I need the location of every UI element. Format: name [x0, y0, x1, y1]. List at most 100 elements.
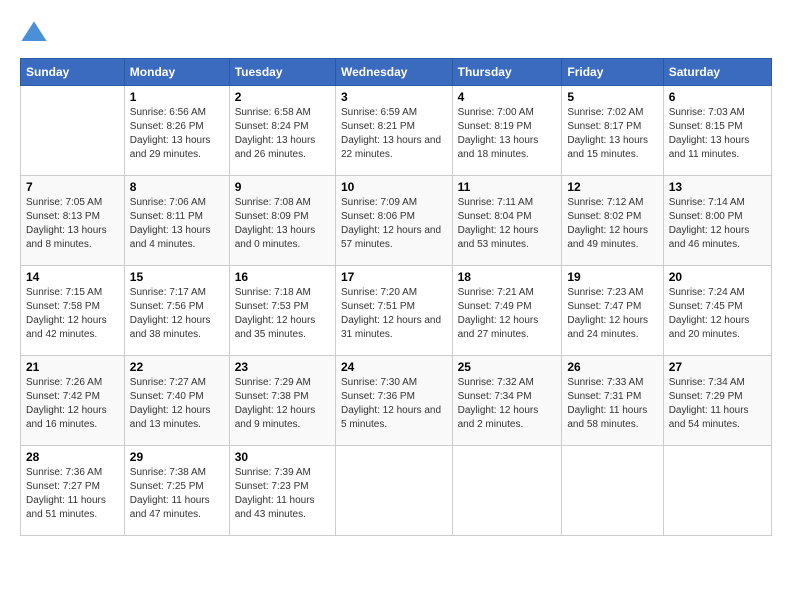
day-cell: 5 Sunrise: 7:02 AMSunset: 8:17 PMDaylight… — [562, 86, 663, 176]
day-cell: 23 Sunrise: 7:29 AMSunset: 7:38 PMDayligh… — [229, 356, 335, 446]
header-day-tuesday: Tuesday — [229, 59, 335, 86]
day-cell: 12Sunrise: 7:12 AMSunset: 8:02 PMDayligh… — [562, 176, 663, 266]
day-info: Sunrise: 7:39 AMSunset: 7:23 PMDaylight:… — [235, 466, 330, 522]
day-cell: 26 Sunrise: 7:33 AMSunset: 7:31 PMDayligh… — [562, 356, 663, 446]
week-row-4: 21 Sunrise: 7:26 AMSunset: 7:42 PMDayligh… — [21, 356, 772, 446]
day-cell: 2Sunrise: 6:58 AMSunset: 8:24 PMDaylight… — [229, 86, 335, 176]
week-row-2: 7 Sunrise: 7:05 AMSunset: 8:13 PMDaylight… — [21, 176, 772, 266]
day-cell — [663, 446, 771, 536]
day-cell: 4 Sunrise: 7:00 AMSunset: 8:19 PMDaylight… — [452, 86, 562, 176]
day-number: 5 — [567, 90, 657, 104]
day-info: Sunrise: 7:29 AMSunset: 7:38 PMDaylight:… — [235, 376, 330, 432]
header-row: SundayMondayTuesdayWednesdayThursdayFrid… — [21, 59, 772, 86]
day-cell — [21, 86, 125, 176]
calendar-header: SundayMondayTuesdayWednesdayThursdayFrid… — [21, 59, 772, 86]
day-cell: 16 Sunrise: 7:18 AMSunset: 7:53 PMDayligh… — [229, 266, 335, 356]
day-info: Sunrise: 7:32 AMSunset: 7:34 PMDaylight:… — [458, 376, 557, 432]
day-number: 9 — [235, 180, 330, 194]
day-number: 4 — [458, 90, 557, 104]
day-cell: 18 Sunrise: 7:21 AMSunset: 7:49 PMDayligh… — [452, 266, 562, 356]
day-number: 22 — [130, 360, 224, 374]
header-day-monday: Monday — [124, 59, 229, 86]
day-number: 25 — [458, 360, 557, 374]
day-cell: 8 Sunrise: 7:06 AMSunset: 8:11 PMDaylight… — [124, 176, 229, 266]
day-cell — [452, 446, 562, 536]
day-cell: 6Sunrise: 7:03 AMSunset: 8:15 PMDaylight… — [663, 86, 771, 176]
day-info: Sunrise: 7:21 AMSunset: 7:49 PMDaylight:… — [458, 286, 557, 342]
day-info: Sunrise: 7:34 AMSunset: 7:29 PMDaylight:… — [669, 376, 766, 432]
header-day-saturday: Saturday — [663, 59, 771, 86]
day-info: Sunrise: 7:23 AMSunset: 7:47 PMDaylight:… — [567, 286, 657, 342]
day-info: Sunrise: 7:18 AMSunset: 7:53 PMDaylight:… — [235, 286, 330, 342]
day-cell: 22 Sunrise: 7:27 AMSunset: 7:40 PMDayligh… — [124, 356, 229, 446]
day-cell — [562, 446, 663, 536]
day-number: 3 — [341, 90, 447, 104]
header-day-thursday: Thursday — [452, 59, 562, 86]
day-cell: 20Sunrise: 7:24 AMSunset: 7:45 PMDayligh… — [663, 266, 771, 356]
day-number: 16 — [235, 270, 330, 284]
day-number: 7 — [26, 180, 119, 194]
day-number: 21 — [26, 360, 119, 374]
day-cell: 13 Sunrise: 7:14 AMSunset: 8:00 PMDayligh… — [663, 176, 771, 266]
header-day-friday: Friday — [562, 59, 663, 86]
day-number: 18 — [458, 270, 557, 284]
day-info: Sunrise: 7:14 AMSunset: 8:00 PMDaylight:… — [669, 196, 766, 252]
day-number: 8 — [130, 180, 224, 194]
day-number: 27 — [669, 360, 766, 374]
day-info: Sunrise: 7:11 AMSunset: 8:04 PMDaylight:… — [458, 196, 557, 252]
day-info: Sunrise: 7:30 AMSunset: 7:36 PMDaylight:… — [341, 376, 447, 432]
day-number: 14 — [26, 270, 119, 284]
day-info: Sunrise: 6:58 AMSunset: 8:24 PMDaylight:… — [235, 106, 330, 162]
week-row-5: 28Sunrise: 7:36 AMSunset: 7:27 PMDayligh… — [21, 446, 772, 536]
day-number: 24 — [341, 360, 447, 374]
day-info: Sunrise: 7:02 AMSunset: 8:17 PMDaylight:… — [567, 106, 657, 162]
day-number: 11 — [458, 180, 557, 194]
day-cell: 27 Sunrise: 7:34 AMSunset: 7:29 PMDayligh… — [663, 356, 771, 446]
day-cell: 17 Sunrise: 7:20 AMSunset: 7:51 PMDayligh… — [335, 266, 452, 356]
day-cell: 7 Sunrise: 7:05 AMSunset: 8:13 PMDaylight… — [21, 176, 125, 266]
week-row-3: 14 Sunrise: 7:15 AMSunset: 7:58 PMDayligh… — [21, 266, 772, 356]
page-header — [20, 20, 772, 48]
day-number: 15 — [130, 270, 224, 284]
day-info: Sunrise: 7:08 AMSunset: 8:09 PMDaylight:… — [235, 196, 330, 252]
day-cell: 15 Sunrise: 7:17 AMSunset: 7:56 PMDayligh… — [124, 266, 229, 356]
day-info: Sunrise: 7:17 AMSunset: 7:56 PMDaylight:… — [130, 286, 224, 342]
day-info: Sunrise: 7:38 AMSunset: 7:25 PMDaylight:… — [130, 466, 224, 522]
week-row-1: 1 Sunrise: 6:56 AMSunset: 8:26 PMDaylight… — [21, 86, 772, 176]
day-cell: 3 Sunrise: 6:59 AMSunset: 8:21 PMDaylight… — [335, 86, 452, 176]
day-info: Sunrise: 7:27 AMSunset: 7:40 PMDaylight:… — [130, 376, 224, 432]
day-info: Sunrise: 7:20 AMSunset: 7:51 PMDaylight:… — [341, 286, 447, 342]
day-info: Sunrise: 7:03 AMSunset: 8:15 PMDaylight:… — [669, 106, 766, 162]
header-day-wednesday: Wednesday — [335, 59, 452, 86]
day-cell: 30 Sunrise: 7:39 AMSunset: 7:23 PMDayligh… — [229, 446, 335, 536]
day-info: Sunrise: 7:12 AMSunset: 8:02 PMDaylight:… — [567, 196, 657, 252]
day-info: Sunrise: 7:36 AMSunset: 7:27 PMDaylight:… — [26, 466, 119, 522]
day-info: Sunrise: 7:15 AMSunset: 7:58 PMDaylight:… — [26, 286, 119, 342]
day-info: Sunrise: 7:26 AMSunset: 7:42 PMDaylight:… — [26, 376, 119, 432]
day-number: 1 — [130, 90, 224, 104]
calendar-table: SundayMondayTuesdayWednesdayThursdayFrid… — [20, 58, 772, 536]
day-cell: 25 Sunrise: 7:32 AMSunset: 7:34 PMDayligh… — [452, 356, 562, 446]
day-number: 13 — [669, 180, 766, 194]
calendar-body: 1 Sunrise: 6:56 AMSunset: 8:26 PMDaylight… — [21, 86, 772, 536]
day-number: 17 — [341, 270, 447, 284]
day-info: Sunrise: 7:06 AMSunset: 8:11 PMDaylight:… — [130, 196, 224, 252]
day-cell: 29Sunrise: 7:38 AMSunset: 7:25 PMDayligh… — [124, 446, 229, 536]
day-info: Sunrise: 7:33 AMSunset: 7:31 PMDaylight:… — [567, 376, 657, 432]
day-number: 23 — [235, 360, 330, 374]
day-number: 26 — [567, 360, 657, 374]
header-day-sunday: Sunday — [21, 59, 125, 86]
day-info: Sunrise: 6:56 AMSunset: 8:26 PMDaylight:… — [130, 106, 224, 162]
day-cell: 1 Sunrise: 6:56 AMSunset: 8:26 PMDaylight… — [124, 86, 229, 176]
day-info: Sunrise: 7:05 AMSunset: 8:13 PMDaylight:… — [26, 196, 119, 252]
day-info: Sunrise: 7:00 AMSunset: 8:19 PMDaylight:… — [458, 106, 557, 162]
day-number: 30 — [235, 450, 330, 464]
day-cell — [335, 446, 452, 536]
day-number: 10 — [341, 180, 447, 194]
day-info: Sunrise: 7:24 AMSunset: 7:45 PMDaylight:… — [669, 286, 766, 342]
day-cell: 10Sunrise: 7:09 AMSunset: 8:06 PMDayligh… — [335, 176, 452, 266]
day-cell: 9 Sunrise: 7:08 AMSunset: 8:09 PMDaylight… — [229, 176, 335, 266]
day-cell: 19Sunrise: 7:23 AMSunset: 7:47 PMDayligh… — [562, 266, 663, 356]
day-cell: 28Sunrise: 7:36 AMSunset: 7:27 PMDayligh… — [21, 446, 125, 536]
day-info: Sunrise: 6:59 AMSunset: 8:21 PMDaylight:… — [341, 106, 447, 162]
